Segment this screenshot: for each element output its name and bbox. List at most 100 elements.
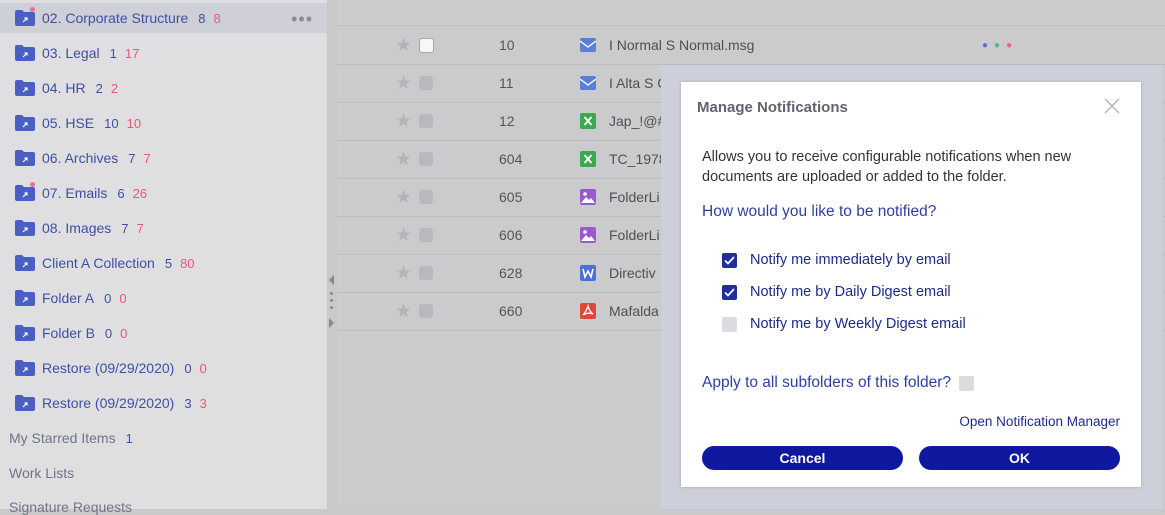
doc-id: 11 [499, 75, 514, 91]
folder-count: 3 [184, 395, 192, 411]
star-icon[interactable]: ★ [395, 300, 412, 323]
sidebar-item-work-lists[interactable]: Work Lists [9, 465, 74, 481]
folder-icon [15, 290, 35, 306]
row-checkbox[interactable] [419, 37, 434, 53]
notify-option: Notify me by Weekly Digest email [722, 316, 966, 332]
row-checkbox[interactable] [419, 114, 433, 128]
excel-file-icon [580, 113, 596, 129]
folder-count: 8 [198, 10, 206, 26]
sidebar-item-label: Signature Requests [9, 499, 132, 515]
collapse-left-icon[interactable] [329, 275, 334, 285]
drag-handle-icon[interactable] [330, 292, 334, 313]
list-header [337, 0, 1165, 26]
doc-name[interactable]: Jap_!@# [609, 113, 665, 129]
excel-file-icon [580, 151, 596, 167]
more-horizontal-icon[interactable]: ••• [291, 9, 313, 30]
status-dots-icon: ●●● [982, 39, 1019, 51]
doc-name[interactable]: I Normal S Normal.msg [609, 37, 754, 53]
folder-count: 1 [109, 45, 117, 61]
sidebar-folder-item[interactable]: Folder B 00 [15, 318, 127, 348]
doc-name[interactable]: FolderLi [609, 227, 660, 243]
doc-name[interactable]: Mafalda [609, 303, 659, 319]
star-icon[interactable]: ★ [395, 148, 412, 171]
star-icon[interactable]: ★ [395, 72, 412, 95]
sidebar-folder-item[interactable]: 07. Emails 6 26 [15, 178, 147, 208]
folder-icon [15, 115, 35, 131]
folder-count: 2 [95, 80, 103, 96]
folder-icon [15, 80, 35, 96]
folder-icon [15, 182, 35, 201]
sidebar-folder-item[interactable]: 06. Archives 7 7 [15, 143, 151, 173]
sidebar-item-starred[interactable]: My Starred Items 1 [9, 430, 133, 446]
doc-id: 606 [499, 227, 523, 243]
star-icon[interactable]: ★ [395, 186, 412, 209]
folder-count: 10 [104, 115, 119, 131]
notify-option-label: Notify me by Weekly Digest email [750, 316, 966, 332]
checkmark-icon [724, 255, 735, 265]
apply-subfolders-checkbox[interactable] [959, 375, 974, 391]
sidebar-folder-item[interactable]: Restore (09/29/2020) 0 0 [15, 353, 207, 383]
notify-option: Notify me immediately by email [722, 252, 951, 268]
folder-count: 6 [117, 185, 125, 201]
sidebar-folder-item[interactable]: Client A Collection 5 80 [15, 248, 195, 278]
table-row[interactable]: ★ 10 I Normal S Normal.msg ●●● [337, 26, 1165, 65]
sidebar-folder-item[interactable]: 08. Images 7 7 [15, 213, 144, 243]
notify-option-label: Notify me immediately by email [750, 252, 951, 268]
doc-name[interactable]: FolderLi [609, 189, 660, 205]
star-icon[interactable]: ★ [395, 110, 412, 133]
starred-count: 1 [125, 431, 133, 446]
notify-option-checkbox[interactable] [722, 316, 737, 332]
expand-right-icon[interactable] [329, 318, 334, 328]
pane-splitter[interactable] [327, 270, 337, 330]
folder-label: Restore (09/29/2020) [42, 360, 175, 376]
star-icon[interactable]: ★ [395, 224, 412, 247]
folder-icon [15, 220, 35, 236]
folder-label: Restore (09/29/2020) [42, 395, 175, 411]
doc-name[interactable]: Directiv [609, 265, 656, 281]
folder-count: 7 [128, 150, 136, 166]
folder-unread-count: 7 [143, 150, 151, 166]
close-icon[interactable] [1103, 97, 1121, 115]
folder-unread-count: 17 [124, 45, 140, 61]
folder-count: 0 [104, 325, 113, 341]
sidebar-folder-item[interactable]: Folder A 00 [15, 283, 127, 313]
notify-option-checkbox[interactable] [722, 252, 737, 268]
row-checkbox[interactable] [419, 152, 433, 166]
star-icon[interactable]: ★ [395, 262, 412, 285]
email-file-icon [579, 75, 597, 91]
sidebar-folder-item[interactable]: 05. HSE 10 10 [15, 108, 141, 138]
folder-icon [15, 325, 35, 341]
sidebar-folder-item[interactable]: 04. HR 2 2 [15, 73, 118, 103]
star-icon[interactable]: ★ [395, 34, 412, 57]
row-checkbox[interactable] [419, 228, 433, 242]
folder-label: 07. Emails [42, 185, 108, 201]
row-checkbox[interactable] [419, 190, 433, 204]
doc-id: 604 [499, 151, 523, 167]
ok-button[interactable]: OK [919, 446, 1120, 470]
row-checkbox[interactable] [419, 304, 433, 318]
dialog-description: Allows you to receive configurable notif… [702, 149, 1072, 185]
email-file-icon [579, 37, 597, 53]
cancel-button[interactable]: Cancel [702, 446, 903, 470]
doc-name[interactable]: TC_1978 [609, 151, 667, 167]
sidebar-folder-item[interactable]: Restore (09/29/2020) 3 3 [15, 388, 207, 418]
row-checkbox[interactable] [419, 76, 433, 90]
sidebar-folder-item[interactable]: 02. Corporate Structure 8 8 ••• [0, 3, 327, 33]
folder-icon [15, 7, 35, 26]
sidebar-item-label: My Starred Items [9, 430, 116, 446]
image-file-icon [580, 227, 596, 243]
folder-label: Folder A [42, 290, 95, 306]
notify-option-label: Notify me by Daily Digest email [750, 284, 951, 300]
open-notification-manager-link[interactable]: Open Notification Manager [959, 414, 1120, 429]
checkmark-icon [724, 287, 735, 297]
notify-option-checkbox[interactable] [722, 284, 737, 300]
notify-question: How would you like to be notified? [702, 203, 937, 220]
row-checkbox[interactable] [419, 266, 433, 280]
folder-unread-count: 0 [120, 325, 128, 341]
sidebar-folder-item[interactable]: 03. Legal 1 17 [15, 38, 139, 68]
folder-label: 08. Images [42, 220, 112, 236]
sidebar-item-signature-requests[interactable]: Signature Requests [9, 499, 132, 515]
folder-unread-count: 80 [180, 255, 195, 271]
doc-name[interactable]: I Alta S C [609, 75, 667, 91]
folder-unread-count: 0 [199, 360, 207, 376]
